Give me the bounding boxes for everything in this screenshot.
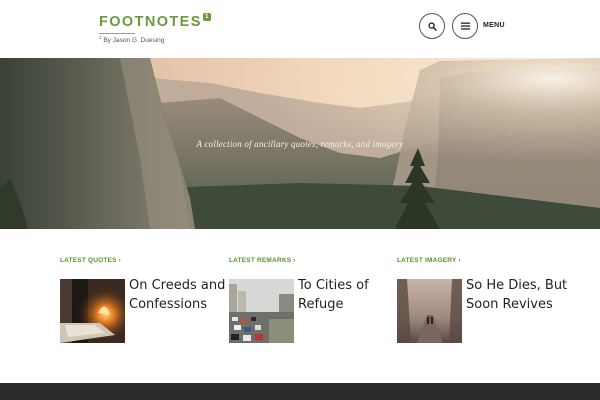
search-icon xyxy=(427,21,437,31)
logo-superscript-badge: 1 xyxy=(202,13,211,21)
latest-imagery-post[interactable]: So He Dies, But Soon Revives xyxy=(397,278,567,345)
post-title[interactable]: So He Dies, But Soon Revives xyxy=(466,277,576,314)
site-title[interactable]: FOOTNOTES xyxy=(99,14,202,30)
menu-label[interactable]: MENU xyxy=(483,22,505,29)
site-logo[interactable]: FOOTNOTES 1 1 By Jason G. Duesing xyxy=(99,13,211,44)
hamburger-icon xyxy=(460,22,470,30)
latest-quotes-post[interactable]: On Creeds and Confessions xyxy=(60,278,230,345)
city-traffic-photo[interactable] xyxy=(229,279,294,343)
hero-tagline: A collection of ancillary quotes, remark… xyxy=(196,139,404,149)
logo-divider xyxy=(99,33,135,34)
latest-imagery-link[interactable]: LATEST IMAGERY › xyxy=(397,257,567,264)
menu-button[interactable] xyxy=(452,13,478,39)
foggy-path-photo[interactable] xyxy=(397,279,462,343)
fireplace-book-photo[interactable] xyxy=(60,279,125,343)
hero-banner: A collection of ancillary quotes, remark… xyxy=(0,58,600,229)
latest-remarks-section: LATEST REMARKS › To Cities of Refuge xyxy=(229,250,399,343)
post-title[interactable]: To Cities of Refuge xyxy=(298,277,408,314)
latest-remarks-post[interactable]: To Cities of Refuge xyxy=(229,278,399,345)
search-button[interactable] xyxy=(419,13,445,39)
post-title[interactable]: On Creeds and Confessions xyxy=(129,277,239,314)
latest-quotes-link[interactable]: LATEST QUOTES › xyxy=(60,257,230,264)
latest-imagery-section: LATEST IMAGERY › So He Dies, But Soon Re… xyxy=(397,250,567,343)
site-header: FOOTNOTES 1 1 By Jason G. Duesing MENU xyxy=(0,0,600,58)
byline-text: By Jason G. Duesing xyxy=(103,37,165,45)
site-footer xyxy=(0,383,600,400)
latest-quotes-section: LATEST QUOTES › On Creeds and Confession… xyxy=(60,250,230,343)
site-byline: 1 By Jason G. Duesing xyxy=(99,35,164,44)
latest-remarks-link[interactable]: LATEST REMARKS › xyxy=(229,257,399,264)
byline-superscript: 1 xyxy=(99,35,102,40)
